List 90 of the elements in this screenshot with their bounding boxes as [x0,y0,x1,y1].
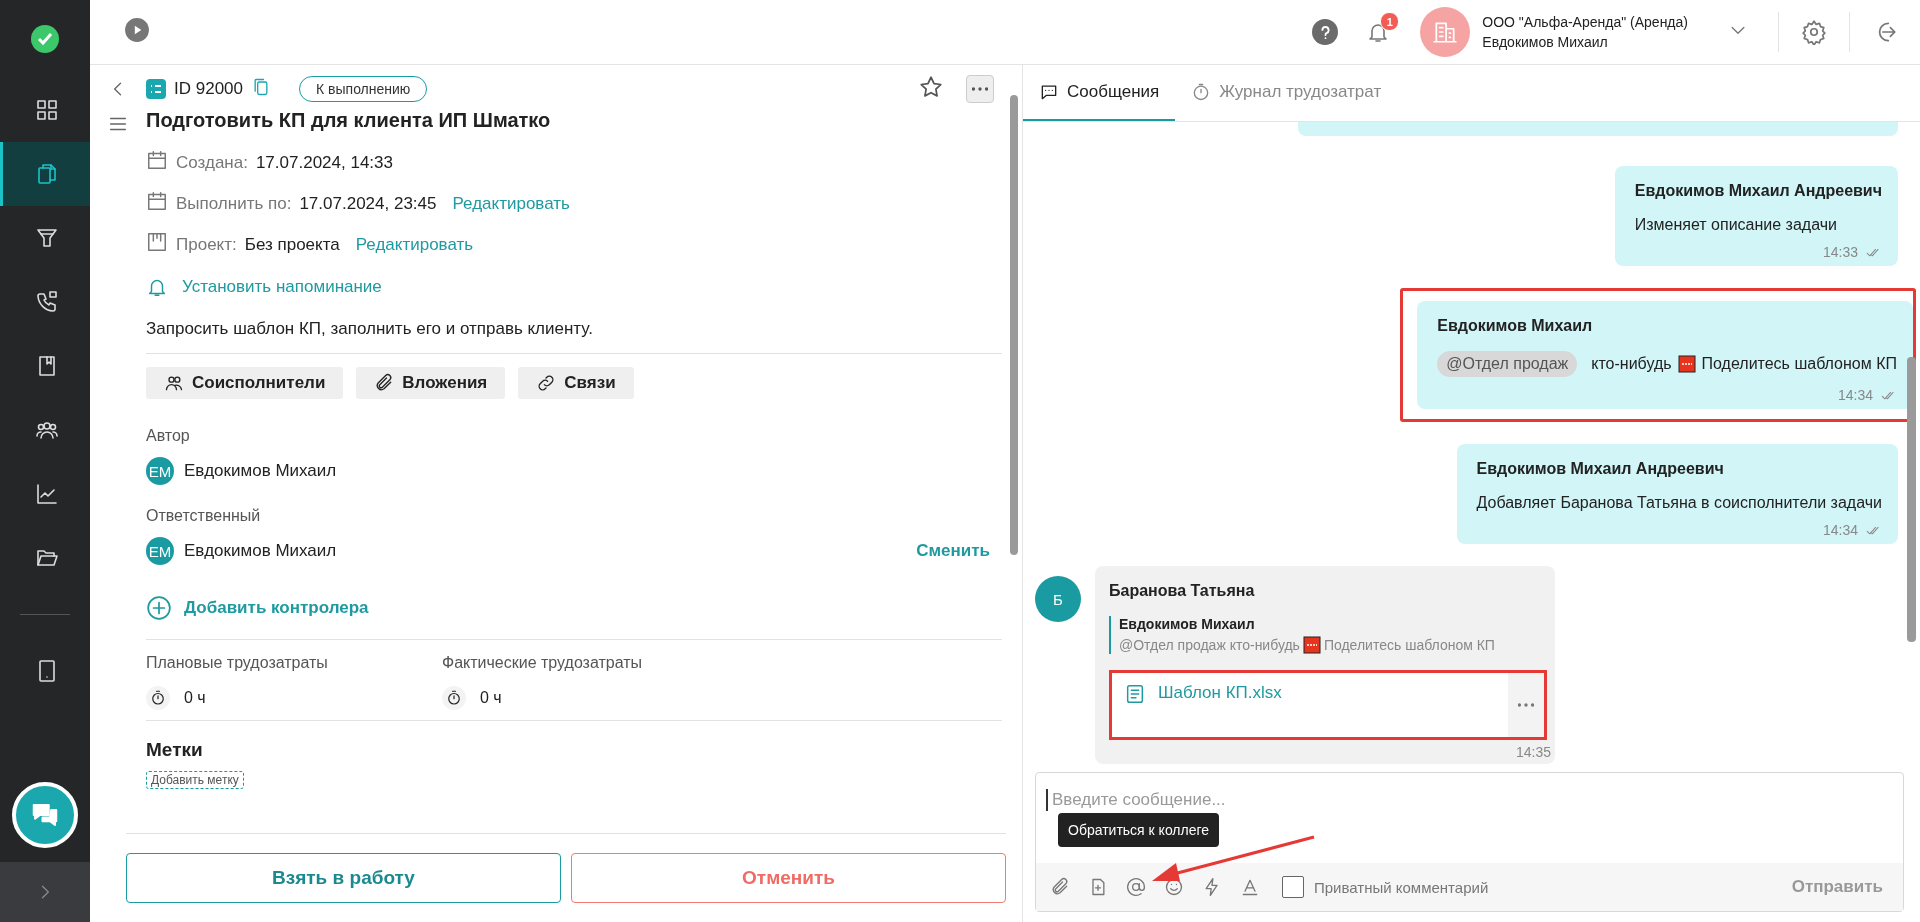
message-text: Изменяет описание задачи [1634,216,1838,234]
play-icon [124,17,150,43]
scrollbar[interactable] [1907,357,1916,642]
field-label: Проект: [176,234,237,255]
field-label: Создана: [176,152,248,173]
logo-icon [30,24,60,54]
section-button[interactable]: Связи [518,367,634,399]
user-avatar: Б [1035,576,1081,622]
stopwatch-icon [445,689,463,707]
tags-title: Метки [146,739,204,761]
message-time: 14:34 [1822,522,1858,538]
more-icon [1518,703,1534,707]
field-value: 17.07.2024, 14:33 [255,152,393,173]
effort-value: 0 ч [184,689,206,707]
take-to-work-button[interactable]: Взять в работу [126,853,561,903]
help-button[interactable] [1312,19,1339,45]
message-text: Добавляет Баранова Татьяна в соисполнители задачи [1476,494,1882,512]
field-value: Без проекта [244,234,340,255]
task-title: Подготовить КП для клиента ИП Шматко [146,109,552,132]
status-badge[interactable]: К выполнению [299,76,428,102]
message-text: кто-нибудь [1591,355,1672,373]
quote-text: @Отдел продаж кто-нибудь [1119,637,1300,653]
settings-icon [1801,19,1827,45]
quote-text: Поделитесь шаблоном КП [1323,637,1495,653]
field-value: 17.07.2024, 23:45 [299,193,437,214]
at-sign-icon [1126,877,1146,897]
user-name: Евдокимов Михаил [1482,34,1609,50]
sos-emoji-icon [1302,636,1321,654]
plus-circle-icon [146,595,172,621]
company-name: ООО "Альфа-Аренда" (Аренда) [1482,14,1688,30]
star-icon [918,74,944,100]
message-time: 14:33 [1822,244,1858,260]
chart-icon [34,482,59,506]
user-avatar: ЕМ [146,457,174,485]
task-icon [146,79,166,99]
reminder-link[interactable]: Установить напоминание [182,277,382,297]
private-checkbox[interactable] [1282,876,1304,898]
edit-link[interactable]: Редактировать [355,234,474,255]
more-button[interactable] [966,75,994,103]
stopwatch-icon [149,689,167,707]
add-tag-button[interactable]: Добавить метку [146,771,244,789]
message-text: Поделитесь шаблоном КП [1701,355,1897,373]
message-author: Евдокимов Михаил [1437,317,1594,335]
edit-link[interactable]: Редактировать [452,193,570,214]
funnel-icon [34,226,59,250]
file-link[interactable]: Шаблон КП.xlsx [1158,683,1282,703]
sos-emoji-icon [1677,355,1696,373]
change-link[interactable]: Сменить [916,541,990,561]
nav-item[interactable] [0,142,90,206]
message-time: 14:34 [1837,387,1873,403]
scrollbar[interactable] [1010,95,1018,555]
grid-icon [34,98,59,122]
user-avatar: ЕМ [146,537,174,565]
quoted-message[interactable]: Евдокимов Михаил @Отдел продаж кто-нибудь Поделитесь шаблоном КП [1109,616,1555,654]
calendar-icon [146,149,168,171]
checkbox-label: Приватный комментарий [1314,878,1489,896]
chat-tab[interactable]: Сообщения [1023,65,1176,121]
add-controller-link[interactable]: Добавить контролера [184,598,369,618]
document-icon [1124,683,1146,705]
section-button[interactable]: Соисполнители [146,367,344,399]
text-format-icon [1240,877,1260,897]
field-label: Выполнить по: [176,193,292,214]
board-icon [146,231,168,253]
section-button[interactable]: Вложения [356,367,506,399]
mention-chip[interactable]: @Отдел продаж [1437,351,1578,377]
message-time: 14:35 [1515,744,1551,760]
more-icon [972,87,988,91]
paperclip-icon [1050,877,1070,897]
building-icon [1432,19,1459,45]
tooltip: Обратиться к коллеге [1058,813,1220,847]
quote-author: Евдокимов Михаил [1119,616,1256,632]
task-description: Запросить шаблон КП, заполнить его и отправь клиенту. [146,319,594,339]
effort-value: 0 ч [480,689,502,707]
cancel-button[interactable]: Отменить [571,853,1006,903]
section-label: Автор [146,427,191,445]
chat-tab[interactable]: Журнал трудозатрат [1175,65,1398,121]
phone-icon [34,290,59,314]
task-id: ID 92000 [174,79,243,99]
user-name: Евдокимов Михаил [184,461,337,481]
paperclip-icon [374,373,395,393]
user-name: Евдокимов Михаил [184,541,337,561]
calendar-icon [146,190,168,212]
question-mark-icon [1320,25,1330,39]
message-author: Евдокимов Михаил Андреевич [1634,182,1882,200]
message-author: Баранова Татьяна [1109,582,1256,600]
section-label: Ответственный [146,507,262,525]
effort-label: Плановые трудозатраты [146,654,329,672]
notification-badge: 1 [1380,12,1400,31]
message-author: Евдокимов Михаил Андреевич [1476,460,1725,478]
effort-label: Фактические трудозатраты [442,654,644,672]
